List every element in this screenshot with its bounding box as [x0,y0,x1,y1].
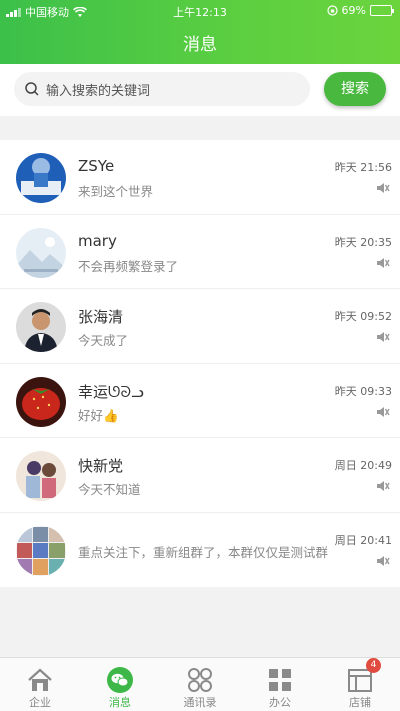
message-preview: 重点关注下，重新组群了，本群仅仅是测试群 [78,544,328,560]
group-avatar [16,525,66,576]
conversation-item[interactable]: 张海清 今天成了 昨天 09:52 [0,289,400,364]
conversation-item[interactable]: 重点关注下，重新组群了，本群仅仅是测试群 周日 20:41 [0,513,400,588]
search-placeholder: 输入搜索的关键词 [46,83,151,99]
tab-enterprise[interactable]: 企业 [0,658,80,711]
notification-badge: 4 [366,658,381,673]
message-preview: 不会再频繁登录了 [78,258,179,274]
mute-icon [377,406,390,417]
message-preview: 来到这个世界 [78,184,154,199]
mute-icon [377,332,390,342]
message-time: 昨天 20:35 [334,235,392,249]
tab-label: 店铺 [349,696,371,709]
mute-icon [377,555,390,566]
avatar [16,451,66,501]
message-preview: 好好👍 [78,407,119,423]
orientation-lock-icon [326,5,338,16]
contacts-icon [188,668,212,692]
avatar [16,153,66,203]
tab-store[interactable]: 4 店铺 [320,658,400,711]
message-preview: 今天不知道 [78,482,141,497]
message-time: 周日 20:41 [334,533,392,547]
conversation-list: ZSYe 来到这个世界 昨天 21:56 mary 不会再频繁登录了 昨天 20… [0,140,400,587]
search-input[interactable]: 输入搜索的关键词 [14,72,310,106]
contact-name: 幸运ᘎᘐᓗ [78,382,144,401]
tab-label: 办公 [269,696,291,709]
battery-percent: 69% [341,4,366,17]
tab-label: 企业 [29,696,51,709]
message-time: 周日 20:49 [334,459,392,472]
avatar [16,376,66,427]
tab-label: 通讯录 [183,696,217,709]
top-bar: 中国移动 上午12:13 69% 消息 [0,0,400,64]
avatar [16,302,66,352]
tab-office[interactable]: 办公 [240,658,320,711]
status-bar: 中国移动 上午12:13 69% [0,0,400,22]
contact-name: 张海清 [78,308,124,326]
battery-icon [370,5,394,16]
conversation-item[interactable]: 快新党 今天不知道 周日 20:49 [0,438,400,513]
conversation-item[interactable]: 幸运ᘎᘐᓗ 好好👍 昨天 09:33 [0,364,400,438]
mute-icon [377,481,390,491]
avatar [16,227,66,278]
message-preview: 今天成了 [78,333,129,348]
message-time: 昨天 09:52 [334,310,392,323]
tab-messages[interactable]: 消息 [80,658,160,711]
tab-bar: 企业 消息 通讯录 办公 4 店铺 [0,657,400,711]
message-time: 昨天 21:56 [334,161,392,174]
chat-icon [107,667,133,693]
contact-name: ZSYe [78,157,115,175]
conversation-item[interactable]: ZSYe 来到这个世界 昨天 21:56 [0,140,400,215]
mute-icon [377,183,390,193]
search-button[interactable]: 搜索 [324,72,386,106]
tab-label: 消息 [109,696,131,709]
house-icon [28,668,52,691]
mute-icon [377,257,390,268]
contact-name: 快新党 [78,457,124,475]
conversation-item[interactable]: mary 不会再频繁登录了 昨天 20:35 [0,215,400,289]
grid-icon [269,669,291,691]
search-icon [25,82,39,96]
contact-name: mary [78,231,117,250]
search-bar: 输入搜索的关键词 搜索 [0,64,400,116]
page-title: 消息 [183,35,217,55]
message-time: 昨天 09:33 [334,384,392,398]
tab-contacts[interactable]: 通讯录 [160,658,240,711]
